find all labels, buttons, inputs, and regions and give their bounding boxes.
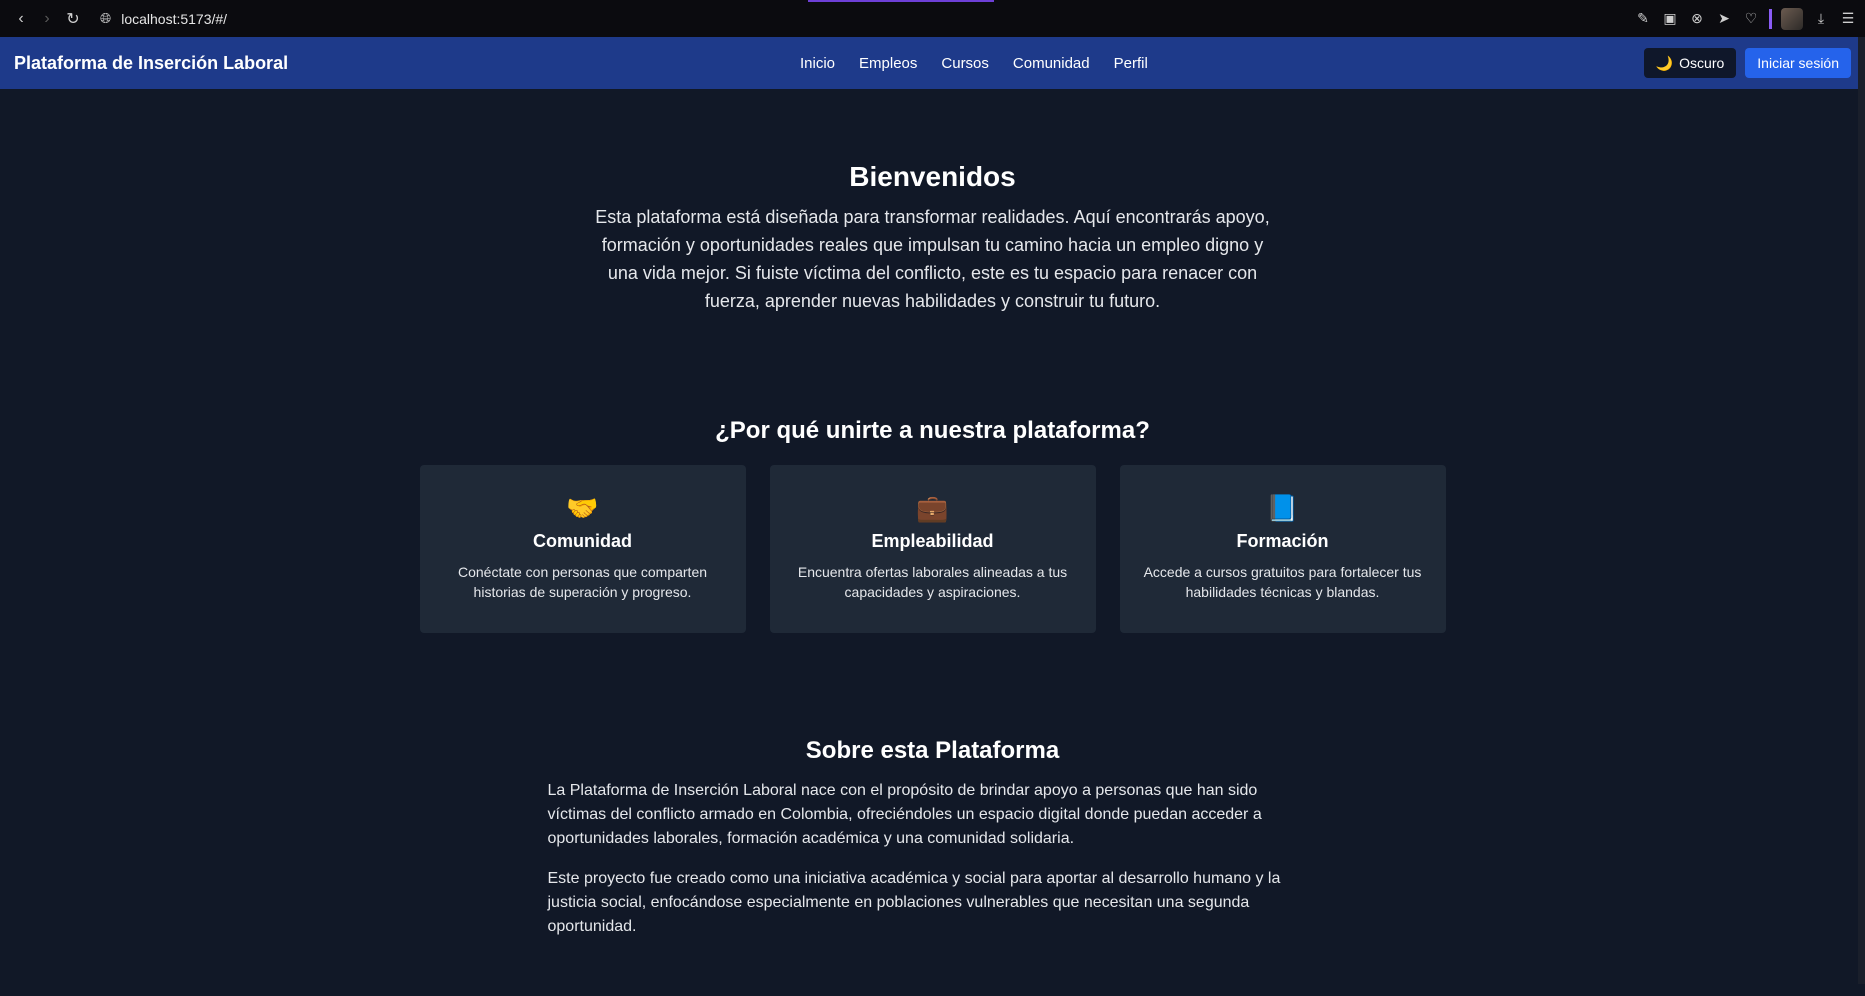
book-icon: 📘	[1266, 493, 1299, 523]
why-join-section: ¿Por qué unirte a nuestra plataforma? 🤝 …	[0, 417, 1865, 633]
app-navbar: Plataforma de Inserción Laboral Inicio E…	[0, 37, 1865, 89]
tab-accent	[808, 0, 994, 2]
brand-title[interactable]: Plataforma de Inserción Laboral	[14, 53, 288, 74]
login-button[interactable]: Iniciar sesión	[1745, 48, 1851, 78]
about-paragraph: La Plataforma de Inserción Laboral nace …	[547, 782, 1262, 847]
forward-icon[interactable]: ›	[34, 6, 60, 32]
feature-card-empleabilidad: 💼 Empleabilidad Encuentra ofertas labora…	[769, 465, 1096, 633]
reload-icon[interactable]: ↻	[60, 6, 86, 32]
why-join-title: ¿Por qué unirte a nuestra plataforma?	[715, 417, 1150, 444]
edit-icon[interactable]: ✎	[1634, 10, 1652, 27]
moon-icon: 🌙	[1655, 54, 1674, 71]
block-icon[interactable]: ⊗	[1688, 10, 1706, 27]
heart-icon[interactable]: ♡	[1742, 10, 1760, 27]
feature-card-title: Formación	[1236, 531, 1329, 551]
feature-card-formacion: 📘 Formación Accede a cursos gratuitos pa…	[1119, 465, 1446, 633]
about-section: Sobre esta Plataforma La Plataforma de I…	[0, 737, 1865, 939]
about-paragraph: Este proyecto fue creado como una inicia…	[547, 870, 1281, 935]
hero-text: Esta plataforma está diseñada para trans…	[595, 207, 1270, 311]
globe-icon: 🌐︎	[100, 10, 112, 26]
nav-link-inicio[interactable]: Inicio	[800, 55, 835, 72]
main-nav: Inicio Empleos Cursos Comunidad Perfil	[800, 55, 1148, 72]
menu-icon[interactable]: ☰	[1839, 10, 1857, 27]
feature-card-comunidad: 🤝 Comunidad Conéctate con personas que c…	[419, 465, 746, 633]
address-bar[interactable]: 🌐︎ localhost:5173/#/	[100, 10, 227, 27]
handshake-icon: 🤝	[566, 493, 599, 523]
nav-link-perfil[interactable]: Perfil	[1114, 55, 1148, 72]
profile-avatar[interactable]	[1781, 7, 1803, 30]
browser-toolbar: ‹ › ↻ 🌐︎ localhost:5173/#/ ✎ ▣ ⊗ ➤ ♡ ⤓ ☰	[0, 0, 1865, 37]
about-title: Sobre esta Plataforma	[805, 737, 1060, 764]
vertical-scrollbar[interactable]	[1858, 37, 1865, 984]
camera-icon[interactable]: ▣	[1661, 10, 1679, 27]
briefcase-icon: 💼	[916, 493, 949, 523]
hero-title: Bienvenidos	[849, 161, 1016, 192]
hero-section: Bienvenidos Esta plataforma está diseñad…	[0, 89, 1865, 315]
feature-cards: 🤝 Comunidad Conéctate con personas que c…	[0, 465, 1865, 633]
back-icon[interactable]: ‹	[8, 6, 34, 32]
feature-card-text: Accede a cursos gratuitos para fortalece…	[1143, 564, 1422, 600]
feature-card-title: Comunidad	[533, 531, 632, 551]
divider	[1769, 8, 1772, 29]
feature-card-text: Conéctate con personas que comparten his…	[457, 564, 708, 600]
download-icon[interactable]: ⤓	[1812, 10, 1830, 27]
nav-link-cursos[interactable]: Cursos	[941, 55, 989, 72]
theme-toggle-button[interactable]: 🌙 Oscuro	[1643, 48, 1737, 78]
main-content: Bienvenidos Esta plataforma está diseñad…	[0, 89, 1865, 996]
url-text: localhost:5173/#/	[121, 10, 228, 27]
theme-toggle-label: Oscuro	[1679, 55, 1725, 71]
feature-card-text: Encuentra ofertas laborales alineadas a …	[797, 564, 1068, 600]
nav-link-comunidad[interactable]: Comunidad	[1013, 55, 1090, 72]
send-icon[interactable]: ➤	[1715, 10, 1733, 27]
nav-link-empleos[interactable]: Empleos	[859, 55, 917, 72]
feature-card-title: Empleabilidad	[871, 531, 994, 551]
